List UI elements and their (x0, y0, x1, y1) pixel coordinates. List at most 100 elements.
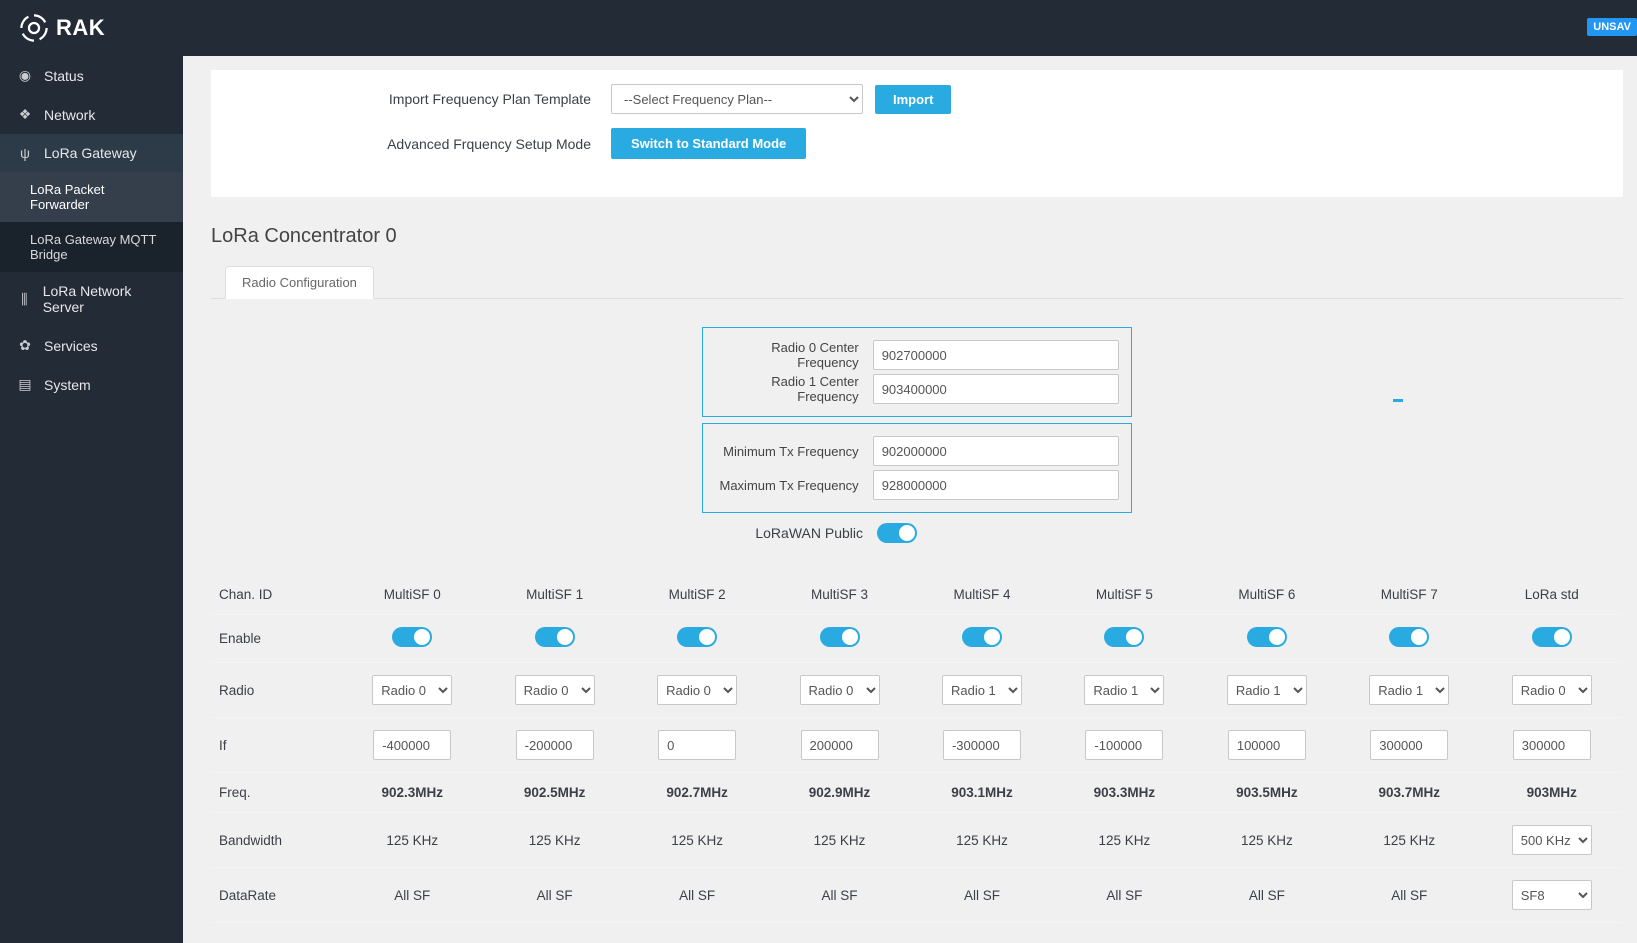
enable-toggle[interactable] (820, 627, 860, 647)
radio-select[interactable]: Radio 1 (942, 675, 1022, 705)
if-input[interactable] (801, 730, 879, 760)
topbar: RAK UNSAV (0, 0, 1637, 56)
cell (1481, 615, 1624, 663)
cell: 500 KHz (1481, 813, 1624, 868)
if-input[interactable] (373, 730, 451, 760)
cell (1338, 718, 1480, 773)
row-label: Bandwidth (211, 813, 341, 868)
cell: All SF (1053, 868, 1195, 923)
max-tx-label: Maximum Tx Frequency (715, 478, 873, 493)
cell: Radio 0 (768, 663, 910, 718)
radio-select[interactable]: Radio 0 (372, 675, 452, 705)
radio1-label: Radio 1 Center Frequency (715, 374, 873, 404)
brand-logo: RAK (20, 14, 105, 42)
center-freq-box: Radio 0 Center Frequency Radio 1 Center … (702, 327, 1132, 417)
gauge-icon: ◉ (16, 67, 34, 84)
if-input[interactable] (1370, 730, 1448, 760)
sidebar-label: Status (44, 68, 84, 84)
sidebar-sub-packet-forwarder[interactable]: LoRa Packet Forwarder (0, 172, 183, 222)
network-icon: ❖ (16, 106, 34, 123)
cell (1196, 718, 1338, 773)
radio0-freq-input[interactable] (873, 340, 1119, 370)
sidebar-item-services[interactable]: ✿ Services (0, 326, 183, 365)
value-select[interactable]: 500 KHz (1512, 825, 1592, 855)
radio-select[interactable]: Radio 1 (1369, 675, 1449, 705)
cell (626, 615, 768, 663)
cell: 903.1MHz (911, 773, 1053, 813)
cell (1338, 615, 1480, 663)
row-enable: Enable (211, 615, 1623, 663)
if-input[interactable] (516, 730, 594, 760)
radio-select[interactable]: Radio 1 (1084, 675, 1164, 705)
cell (1481, 718, 1624, 773)
enable-toggle[interactable] (535, 627, 575, 647)
sidebar-label: Network (44, 107, 95, 123)
radio-select[interactable]: Radio 0 (657, 675, 737, 705)
row-label: Freq. (211, 773, 341, 813)
cell: 903MHz (1481, 773, 1624, 813)
services-icon: ✿ (16, 337, 34, 354)
sidebar: ◉ Status ❖ Network ψLoRa Gateway LoRa Pack… (0, 56, 183, 943)
cell: MultiSF 6 (1196, 575, 1338, 615)
max-tx-input[interactable] (873, 470, 1119, 500)
antenna-icon: ψ (16, 145, 34, 161)
row-datarate: DataRate All SFAll SFAll SFAll SFAll SFA… (211, 868, 1623, 923)
enable-toggle[interactable] (392, 627, 432, 647)
cell: MultiSF 5 (1053, 575, 1195, 615)
if-input[interactable] (943, 730, 1021, 760)
sidebar-label: Services (44, 338, 98, 354)
cell: 903.3MHz (1053, 773, 1195, 813)
enable-toggle[interactable] (677, 627, 717, 647)
cell: Radio 0 (341, 663, 483, 718)
cell: 125 KHz (483, 813, 625, 868)
sidebar-item-lora-network-server[interactable]: ⫼LoRa Network Server (0, 272, 183, 326)
radio-select[interactable]: Radio 0 (800, 675, 880, 705)
frequency-plan-select[interactable]: --Select Frequency Plan-- (611, 84, 863, 114)
cell: Radio 0 (1481, 663, 1624, 718)
sidebar-label: LoRa Network Server (43, 283, 167, 315)
if-input[interactable] (658, 730, 736, 760)
cell: 902.9MHz (768, 773, 910, 813)
section-title: LoRa Concentrator 0 (211, 217, 1623, 266)
cell: Radio 1 (1338, 663, 1480, 718)
sidebar-item-status[interactable]: ◉ Status (0, 56, 183, 95)
import-button[interactable]: Import (875, 85, 951, 114)
cell: MultiSF 1 (483, 575, 625, 615)
if-input[interactable] (1513, 730, 1591, 760)
enable-toggle[interactable] (1104, 627, 1144, 647)
cell: 125 KHz (768, 813, 910, 868)
cell: 902.3MHz (341, 773, 483, 813)
enable-toggle[interactable] (962, 627, 1002, 647)
if-input[interactable] (1228, 730, 1306, 760)
cell: All SF (1196, 868, 1338, 923)
cell: All SF (341, 868, 483, 923)
sidebar-item-system[interactable]: ▤System (0, 365, 183, 404)
radio-select[interactable]: Radio 0 (1512, 675, 1592, 705)
lorawan-public-label: LoRaWAN Public (717, 525, 877, 541)
cell: MultiSF 3 (768, 575, 910, 615)
enable-toggle[interactable] (1532, 627, 1572, 647)
channel-grid: Chan. ID MultiSF 0MultiSF 1MultiSF 2Mult… (211, 575, 1623, 923)
brand-text: RAK (56, 15, 105, 41)
value-select[interactable]: SF8 (1512, 880, 1592, 910)
cell (626, 718, 768, 773)
radio0-label: Radio 0 Center Frequency (715, 340, 873, 370)
min-tx-input[interactable] (873, 436, 1119, 466)
enable-toggle[interactable] (1389, 627, 1429, 647)
enable-toggle[interactable] (1247, 627, 1287, 647)
sidebar-sub-mqtt-bridge[interactable]: LoRa Gateway MQTT Bridge (0, 222, 183, 272)
lorawan-public-toggle[interactable] (877, 523, 917, 543)
import-template-label: Import Frequency Plan Template (211, 91, 611, 107)
sidebar-item-network[interactable]: ❖ Network (0, 95, 183, 134)
radio1-freq-input[interactable] (873, 374, 1119, 404)
if-input[interactable] (1085, 730, 1163, 760)
switch-mode-button[interactable]: Switch to Standard Mode (611, 128, 806, 159)
radio-select[interactable]: Radio 1 (1227, 675, 1307, 705)
sidebar-item-lora-gateway[interactable]: ψLoRa Gateway (0, 134, 183, 172)
cell: All SF (911, 868, 1053, 923)
radio-select[interactable]: Radio 0 (515, 675, 595, 705)
system-icon: ▤ (16, 376, 34, 393)
cell (341, 615, 483, 663)
row-label: Enable (211, 615, 341, 663)
tab-radio-configuration[interactable]: Radio Configuration (225, 266, 374, 299)
